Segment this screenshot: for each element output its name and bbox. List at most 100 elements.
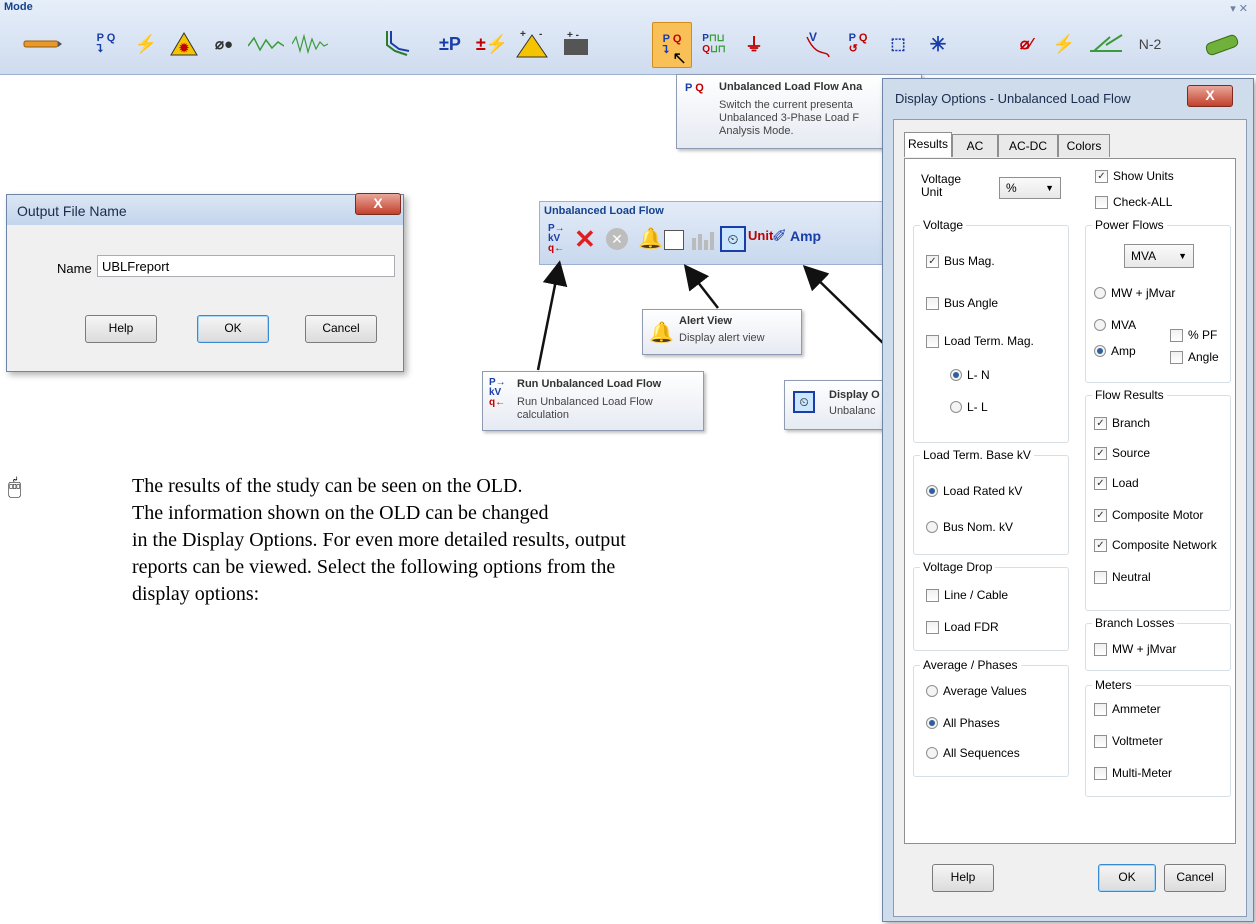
radio-selected-icon xyxy=(926,485,938,497)
voltage-drop-group: Voltage Drop Line / Cable Load FDR xyxy=(913,560,1069,651)
alert-arrow xyxy=(683,264,719,309)
radio-selected-icon xyxy=(926,717,938,729)
alert-view-title: Alert View xyxy=(679,315,732,327)
radio-selected-icon xyxy=(950,369,962,381)
ln-radio[interactable]: L- N xyxy=(950,368,990,382)
angle-checkbox[interactable]: Angle xyxy=(1170,350,1219,364)
voltage-group: Voltage ✓ Bus Mag. Bus Angle Load Term. M… xyxy=(913,218,1069,443)
checkbox-checked-icon: ✓ xyxy=(926,254,939,268)
radio-unselected-icon xyxy=(926,685,938,697)
branch-checkbox[interactable]: ✓ Branch xyxy=(1094,416,1150,430)
all-sequences-radio[interactable]: All Sequences xyxy=(926,746,1020,760)
load-checkbox[interactable]: ✓ Load xyxy=(1094,476,1139,490)
ok-button[interactable]: OK xyxy=(1098,864,1156,892)
switching-sequence-icon[interactable]: ✳ xyxy=(920,22,956,66)
alert-bell-icon: 🔔 xyxy=(649,322,674,344)
checkbox-unchecked-icon xyxy=(1094,766,1107,780)
toolbar-pin-close-icon[interactable]: ▾ ✕ xyxy=(1230,2,1248,15)
run-ulf-title: Run Unbalanced Load Flow xyxy=(517,378,662,390)
voltage-group-title: Voltage xyxy=(920,218,967,232)
pct-pf-checkbox[interactable]: % PF xyxy=(1170,328,1217,342)
meters-title: Meters xyxy=(1092,678,1135,692)
bus-angle-checkbox[interactable]: Bus Angle xyxy=(926,296,998,310)
voltmeter-checkbox[interactable]: Voltmeter xyxy=(1094,734,1163,748)
help-button[interactable]: Help xyxy=(932,864,994,892)
checkbox-unchecked-icon xyxy=(926,620,939,634)
checkbox-unchecked-icon xyxy=(926,296,939,310)
load-term-mag-checkbox[interactable]: Load Term. Mag. xyxy=(926,334,1034,348)
composite-network-checkbox[interactable]: ✓ Composite Network xyxy=(1094,538,1217,552)
checkbox-unchecked-icon xyxy=(926,334,939,348)
callout-arrows xyxy=(536,260,885,371)
instructions-line3: in the Display Options. For even more de… xyxy=(132,529,626,551)
instructions-line4: reports can be viewed. Select the follow… xyxy=(132,556,616,578)
results-tab-panel: Voltage Unit % ▼ ✓ Show Units Check-ALL Vol… xyxy=(904,158,1236,844)
close-icon[interactable]: X xyxy=(1187,85,1233,107)
load-term-base-kv-title: Load Term. Base kV xyxy=(920,448,1034,462)
checkbox-unchecked-icon xyxy=(1094,570,1107,584)
load-fdr-checkbox[interactable]: Load FDR xyxy=(926,620,999,634)
load-rated-kv-radio[interactable]: Load Rated kV xyxy=(926,484,1022,498)
radio-unselected-icon xyxy=(926,521,938,533)
contingency-n1-icon[interactable] xyxy=(1086,22,1126,66)
load-term-base-kv-group: Load Term. Base kV Load Rated kV Bus Nom… xyxy=(913,448,1069,555)
source-checkbox[interactable]: ✓ Source xyxy=(1094,446,1150,460)
voltage-drop-title: Voltage Drop xyxy=(920,560,996,574)
transformer-mva-sizing-icon[interactable]: ⚡ xyxy=(1046,22,1082,66)
instructions-line1: The results of the study can be seen on … xyxy=(132,475,523,497)
ll-radio[interactable]: L- L xyxy=(950,400,988,414)
average-phases-group: Average / Phases Average Values All Phas… xyxy=(913,658,1069,777)
tab-ac[interactable]: AC xyxy=(952,134,998,157)
radio-unselected-icon xyxy=(950,401,962,413)
instructions-line5: display options: xyxy=(132,583,260,605)
contingency-n2-button[interactable]: N-2 xyxy=(1130,22,1170,66)
check-all-checkbox[interactable]: Check-ALL xyxy=(1095,195,1172,209)
all-phases-radio[interactable]: All Phases xyxy=(926,716,1000,730)
power-flows-unit-value: MVA xyxy=(1131,249,1157,263)
bus-mag-checkbox[interactable]: ✓ Bus Mag. xyxy=(926,254,995,268)
checkbox-unchecked-icon xyxy=(1170,328,1183,342)
neutral-checkbox[interactable]: Neutral xyxy=(1094,570,1151,584)
cancel-button[interactable]: Cancel xyxy=(1164,864,1226,892)
composite-motor-checkbox[interactable]: ✓ Composite Motor xyxy=(1094,508,1203,522)
radio-selected-icon xyxy=(1094,345,1106,357)
run-arrow xyxy=(536,260,568,371)
radio-unselected-icon xyxy=(926,747,938,759)
checkbox-checked-icon: ✓ xyxy=(1094,416,1107,430)
tab-results[interactable]: Results xyxy=(904,132,952,157)
meters-group: Meters Ammeter Voltmeter Multi-Meter xyxy=(1085,678,1231,797)
instructions-paragraph: The results of the study can be seen on … xyxy=(132,473,626,608)
branch-losses-mw-jmvar-checkbox[interactable]: MW + jMvar xyxy=(1094,642,1176,656)
radio-unselected-icon xyxy=(1094,319,1106,331)
amp-radio[interactable]: Amp xyxy=(1094,344,1136,358)
tab-colors[interactable]: Colors xyxy=(1058,134,1110,157)
checkbox-checked-icon: ✓ xyxy=(1094,446,1107,460)
checkbox-checked-icon: ✓ xyxy=(1094,538,1107,552)
average-values-radio[interactable]: Average Values xyxy=(926,684,1027,698)
instructions-line2: The information shown on the OLD can be … xyxy=(132,502,549,524)
checkbox-unchecked-icon xyxy=(1094,734,1107,748)
contingency-analysis-icon[interactable]: ⌀⁄ xyxy=(1008,22,1044,66)
mva-radio[interactable]: MVA xyxy=(1094,318,1136,332)
power-flows-unit-select[interactable]: MVA ▼ xyxy=(1124,244,1194,268)
dialog-client-area: Results AC AC-DC Colors Voltage Unit % ▼ ✓… xyxy=(893,119,1247,917)
show-units-checkbox[interactable]: ✓ Show Units xyxy=(1095,169,1174,183)
dialog-titlebar: Display Options - Unbalanced Load Flow X xyxy=(883,79,1253,119)
bus-nom-kv-radio[interactable]: Bus Nom. kV xyxy=(926,520,1013,534)
alert-view-desc: Display alert view xyxy=(679,332,765,344)
ammeter-checkbox[interactable]: Ammeter xyxy=(1094,702,1161,716)
radio-unselected-icon xyxy=(1094,287,1106,299)
line-cable-checkbox[interactable]: Line / Cable xyxy=(926,588,1008,602)
chevron-down-icon: ▼ xyxy=(1045,183,1054,193)
tab-ac-dc[interactable]: AC-DC xyxy=(998,134,1058,157)
cable-ampacity-icon[interactable] xyxy=(1200,22,1244,66)
branch-losses-group: Branch Losses MW + jMvar xyxy=(1085,616,1231,671)
multi-meter-checkbox[interactable]: Multi-Meter xyxy=(1094,766,1172,780)
voltage-unit-select[interactable]: % ▼ xyxy=(999,177,1061,199)
voltage-unit-value: % xyxy=(1006,181,1017,195)
dialog-title: Display Options - Unbalanced Load Flow xyxy=(895,91,1131,106)
mw-jmvar-radio[interactable]: MW + jMvar xyxy=(1094,286,1175,300)
checkbox-unchecked-icon xyxy=(1094,642,1107,656)
display-options-callout-desc: Unbalanc xyxy=(829,405,876,417)
average-phases-title: Average / Phases xyxy=(920,658,1021,672)
